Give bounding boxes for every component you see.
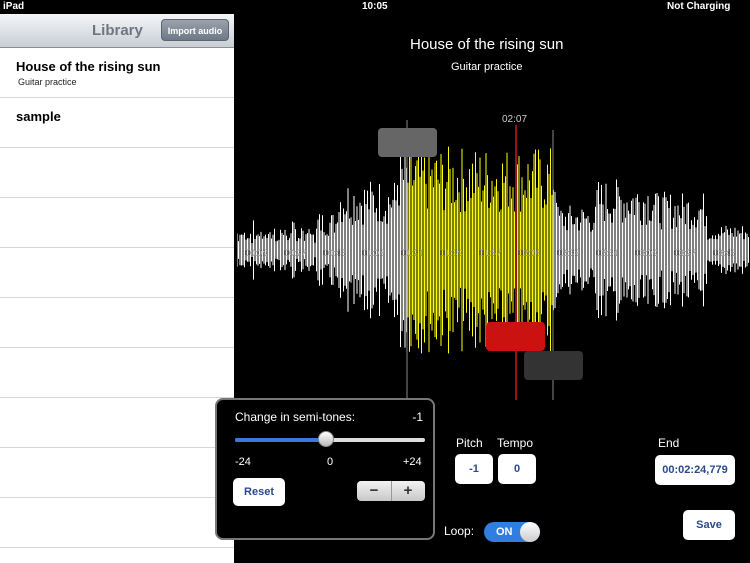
loop-start-handle[interactable] — [378, 128, 437, 157]
song-title: House of the rising sun — [410, 36, 564, 53]
timeline-tick-label: 01:21 — [401, 248, 424, 258]
library-empty-row — [0, 348, 234, 398]
tempo-button[interactable]: 0 — [498, 454, 536, 484]
toggle-knob — [520, 522, 540, 542]
library-item[interactable]: sample — [0, 98, 234, 148]
slider-mid-label: 0 — [327, 456, 334, 468]
library-empty-row — [0, 298, 234, 348]
slider-max-label: +24 — [403, 456, 422, 468]
loop-state: ON — [496, 526, 513, 538]
tempo-label: Tempo — [497, 436, 534, 450]
timeline-tick-label: 02:51 — [596, 248, 619, 258]
library-empty-row — [0, 198, 234, 248]
timeline-tick-label: 01:39 — [440, 248, 463, 258]
status-bar: iPad 10:05 Not Charging — [0, 0, 750, 14]
library-empty-row — [0, 148, 234, 198]
import-audio-button[interactable]: Import audio — [161, 19, 229, 41]
slider-thumb[interactable] — [318, 431, 334, 447]
library-empty-row — [0, 248, 234, 298]
timeline-tick-label: 01:57 — [479, 248, 502, 258]
loop-label: Loop: — [444, 524, 475, 538]
end-label: End — [658, 436, 680, 450]
device-name: iPad — [3, 1, 25, 12]
library-empty-row — [0, 498, 234, 548]
semitone-label: Change in semi-tones: — [235, 410, 356, 424]
timeline-tick-label: 02:15 — [518, 248, 541, 258]
loop-toggle[interactable]: ON — [484, 522, 540, 542]
save-button[interactable]: Save — [683, 510, 735, 540]
clock: 10:05 — [362, 1, 388, 12]
library-empty-row — [0, 448, 234, 498]
timeline-tick-label: 00:09 — [245, 248, 268, 258]
library-item[interactable]: House of the rising sun Guitar practice — [0, 48, 234, 98]
timeline-tick-label: 01:03 — [362, 248, 385, 258]
battery-status: Not Charging — [667, 1, 731, 12]
song-subtitle: Guitar practice — [451, 61, 523, 73]
playhead-handle[interactable] — [486, 322, 545, 351]
library-item-title: House of the rising sun — [16, 59, 161, 74]
minus-icon[interactable]: − — [357, 481, 392, 501]
library-title: Library — [92, 22, 143, 39]
timeline-tick-label: 03:27 — [674, 248, 697, 258]
timeline-tick-label: 02:33 — [557, 248, 580, 258]
slider-min-label: -24 — [235, 456, 251, 468]
reset-button[interactable]: Reset — [233, 478, 285, 506]
semitone-slider[interactable] — [235, 431, 425, 447]
timeline-tick-label: 00:45 — [323, 248, 346, 258]
slider-fill — [235, 438, 326, 442]
semitone-value: -1 — [412, 410, 423, 424]
semitone-stepper[interactable]: − + — [357, 481, 425, 501]
pitch-label: Pitch — [456, 436, 483, 450]
end-time-button[interactable]: 00:02:24,779 — [655, 455, 735, 485]
timeline-tick-label: 03:45 — [713, 248, 736, 258]
pitch-button[interactable]: -1 — [455, 454, 493, 484]
plus-icon[interactable]: + — [391, 481, 425, 501]
library-navbar: Library Import audio — [0, 14, 234, 48]
pitch-popover: Change in semi-tones: -1 -24 0 +24 Reset… — [215, 398, 435, 540]
library-sidebar: Library Import audio House of the rising… — [0, 14, 234, 563]
timeline-tick-label: 03:09 — [635, 248, 658, 258]
library-item-subtitle: Guitar practice — [18, 77, 77, 87]
library-empty-row — [0, 398, 234, 448]
timeline-tick-label: 00:27 — [284, 248, 307, 258]
library-item-title: sample — [16, 109, 61, 124]
waveform[interactable]: 00:09 00:27 00:45 01:03 01:21 01:39 01:57 02:15… — [237, 100, 750, 400]
loop-end-handle[interactable] — [524, 351, 583, 380]
